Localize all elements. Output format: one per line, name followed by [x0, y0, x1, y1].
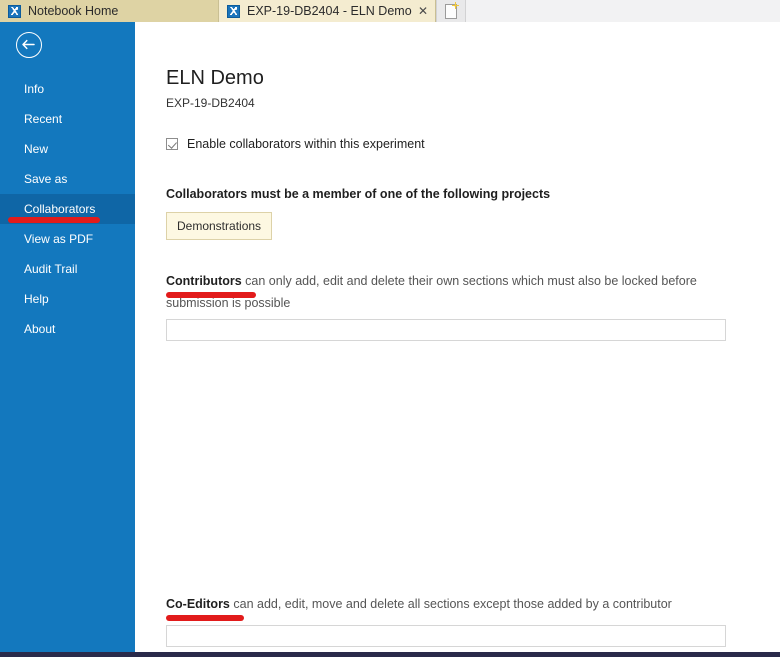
- projects-heading: Collaborators must be a member of one of…: [166, 187, 551, 201]
- co-editors-label: Co-Editors: [166, 594, 244, 621]
- sidebar-item-label: Audit Trail: [24, 262, 78, 276]
- enable-collaborators-checkbox[interactable]: [166, 138, 178, 150]
- contributors-input[interactable]: [166, 319, 726, 341]
- sidebar-item-view-as-pdf[interactable]: View as PDF: [0, 224, 135, 254]
- new-tab-button[interactable]: [436, 0, 466, 22]
- co-editors-highlight-underline: [166, 615, 244, 621]
- sidebar-item-audit-trail[interactable]: Audit Trail: [0, 254, 135, 284]
- sidebar: Info Recent New Save as Collaborators Vi…: [0, 22, 135, 657]
- co-editors-description: can add, edit, move and delete all secti…: [229, 597, 672, 611]
- experiment-code: EXP-19-DB2404: [166, 96, 255, 110]
- enable-collaborators-checkbox-row[interactable]: Enable collaborators within this experim…: [166, 137, 425, 151]
- browser-tab-title: Notebook Home: [28, 4, 119, 18]
- sidebar-item-save-as[interactable]: Save as: [0, 164, 135, 194]
- contributors-label: Contributors: [166, 271, 256, 298]
- sidebar-item-label: New: [24, 142, 49, 156]
- sidebar-item-help[interactable]: Help: [0, 284, 135, 314]
- sidebar-item-label: About: [24, 322, 56, 336]
- window-bottom-bar: [0, 652, 780, 657]
- collaborators-highlight-underline: [8, 217, 100, 223]
- back-arrow-icon: [22, 39, 35, 50]
- browser-tab-eln-demo[interactable]: EXP-19-DB2404 - ELN Demo ✕: [218, 0, 436, 22]
- sidebar-nav: Info Recent New Save as Collaborators Vi…: [0, 74, 135, 344]
- contributors-description-line: Contributors can only add, edit and dele…: [166, 270, 725, 314]
- new-page-icon: [445, 1, 459, 19]
- co-editors-description-line: Co-Editors can add, edit, move and delet…: [166, 593, 725, 621]
- co-editors-section: Co-Editors can add, edit, move and delet…: [166, 593, 725, 621]
- enable-collaborators-label: Enable collaborators within this experim…: [187, 137, 425, 151]
- sidebar-item-label: Info: [24, 82, 45, 96]
- sidebar-item-label: Collaborators: [24, 202, 96, 216]
- main-content: ELN Demo EXP-19-DB2404 Enable collaborat…: [135, 22, 780, 657]
- close-icon[interactable]: ✕: [418, 5, 428, 17]
- notebook-icon: [8, 4, 21, 18]
- sidebar-item-info[interactable]: Info: [0, 74, 135, 104]
- sidebar-item-label: Recent: [24, 112, 63, 126]
- sidebar-item-label: View as PDF: [24, 232, 94, 246]
- page-title: ELN Demo: [166, 67, 264, 89]
- sidebar-item-label: Help: [24, 292, 49, 306]
- notebook-icon: [227, 4, 240, 18]
- sidebar-item-about[interactable]: About: [0, 314, 135, 344]
- tab-bar-empty-space: [466, 0, 780, 22]
- sidebar-item-new[interactable]: New: [0, 134, 135, 164]
- browser-tab-title: EXP-19-DB2404 - ELN Demo: [247, 4, 412, 18]
- sidebar-item-recent[interactable]: Recent: [0, 104, 135, 134]
- browser-tab-bar: Notebook Home EXP-19-DB2404 - ELN Demo ✕: [0, 0, 780, 22]
- browser-tab-notebook-home[interactable]: Notebook Home: [0, 0, 218, 22]
- back-button[interactable]: [16, 32, 42, 58]
- co-editors-input[interactable]: [166, 625, 726, 647]
- contributors-highlight-underline: [166, 292, 256, 298]
- project-tag-demonstrations[interactable]: Demonstrations: [166, 212, 273, 240]
- sidebar-item-collaborators[interactable]: Collaborators: [0, 194, 135, 224]
- sidebar-item-label: Save as: [24, 172, 68, 186]
- contributors-section: Contributors can only add, edit and dele…: [166, 270, 725, 314]
